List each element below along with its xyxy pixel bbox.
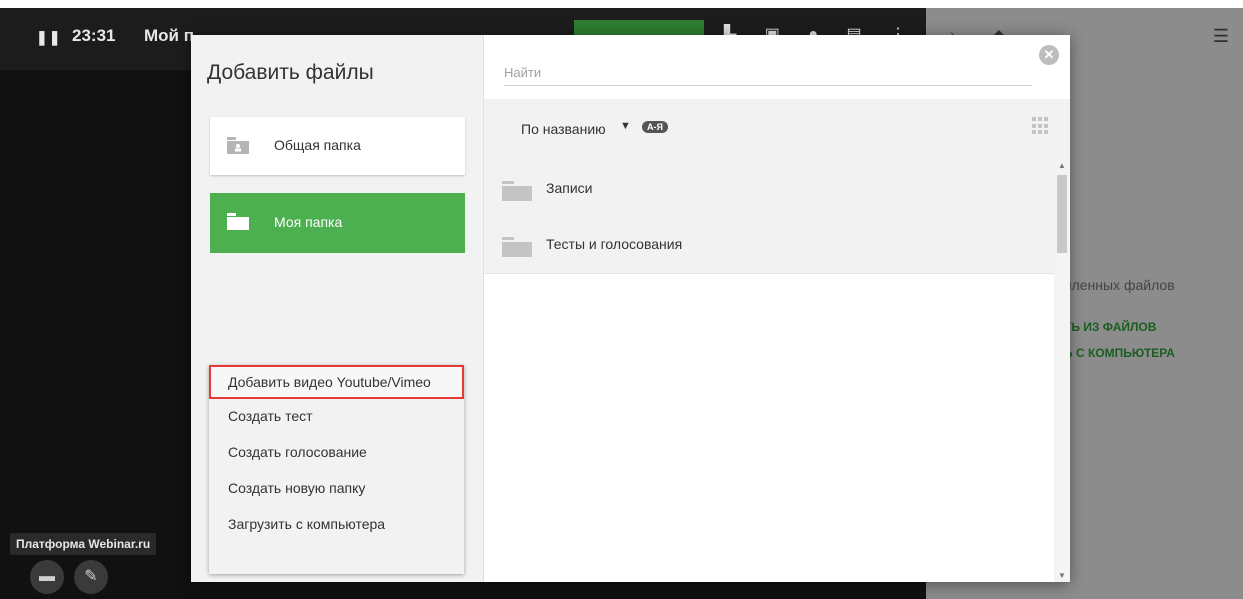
brush-icon[interactable]: ✎ — [74, 560, 108, 594]
create-poll-menu-item[interactable]: Создать голосование — [209, 435, 464, 469]
add-files-dialog: Добавить файлы Общая папка Моя папка Доб… — [191, 35, 1070, 582]
dialog-sidebar: Добавить файлы Общая папка Моя папка Доб… — [191, 35, 483, 582]
list-item-label: Записи — [546, 180, 593, 196]
sort-order-badge[interactable]: А-Я — [642, 121, 668, 133]
scroll-down-icon[interactable]: ▼ — [1058, 571, 1066, 580]
folder-icon — [227, 213, 249, 230]
close-icon[interactable]: ✕ — [1039, 45, 1059, 65]
list-item[interactable]: Записи — [484, 161, 1054, 218]
sort-bar: По названию ▼ А-Я — [484, 99, 1070, 161]
list-item[interactable]: Тесты и голосования — [484, 217, 1054, 274]
scrollbar-thumb[interactable] — [1057, 175, 1067, 253]
dialog-title: Добавить файлы — [207, 61, 374, 84]
add-from-files-link[interactable]: ТЬ ИЗ ФАЙЛОВ — [1064, 320, 1156, 334]
my-folder-label: Моя папка — [274, 214, 343, 230]
upload-from-computer-link[interactable]: Ь С КОМПЬЮТЕРА — [1064, 346, 1175, 360]
scrollbar[interactable]: ▲ ▼ — [1054, 161, 1070, 582]
list-item-label: Тесты и голосования — [546, 236, 683, 252]
pause-icon[interactable]: ❚❚ — [36, 29, 61, 46]
webinar-title: Мой п — [144, 26, 194, 45]
search-input[interactable] — [504, 59, 1032, 86]
pinned-files-text: пленных файлов — [1064, 277, 1175, 293]
file-browser: ✕ По названию ▼ А-Я Записи — [483, 35, 1070, 582]
sort-dropdown[interactable]: По названию — [521, 121, 606, 137]
platform-badge: Платформа Webinar.ru — [10, 533, 157, 555]
session-time: 23:31 — [72, 26, 116, 45]
add-video-menu-item[interactable]: Добавить видео Youtube/Vimeo — [209, 365, 464, 399]
create-folder-menu-item[interactable]: Создать новую папку — [209, 471, 464, 505]
screen-share-icon[interactable]: ▬ — [30, 560, 64, 594]
search-area: ✕ — [484, 35, 1070, 100]
add-menu: Добавить видео Youtube/Vimeo Создать тес… — [209, 365, 464, 574]
folder-icon — [502, 181, 532, 201]
chevron-down-icon[interactable]: ▼ — [620, 120, 631, 132]
create-test-menu-item[interactable]: Создать тест — [209, 399, 464, 433]
shared-folder-button[interactable]: Общая папка — [210, 117, 465, 175]
shared-folder-icon — [227, 137, 249, 154]
my-folder-button[interactable]: Моя папка — [210, 193, 465, 253]
scroll-up-icon[interactable]: ▲ — [1058, 161, 1066, 170]
list-menu-icon[interactable]: ☰ — [1213, 26, 1229, 47]
folder-icon — [502, 237, 532, 257]
shared-folder-label: Общая папка — [274, 137, 361, 153]
grid-view-icon[interactable] — [1032, 117, 1050, 135]
upload-menu-item[interactable]: Загрузить с компьютера — [209, 507, 464, 541]
